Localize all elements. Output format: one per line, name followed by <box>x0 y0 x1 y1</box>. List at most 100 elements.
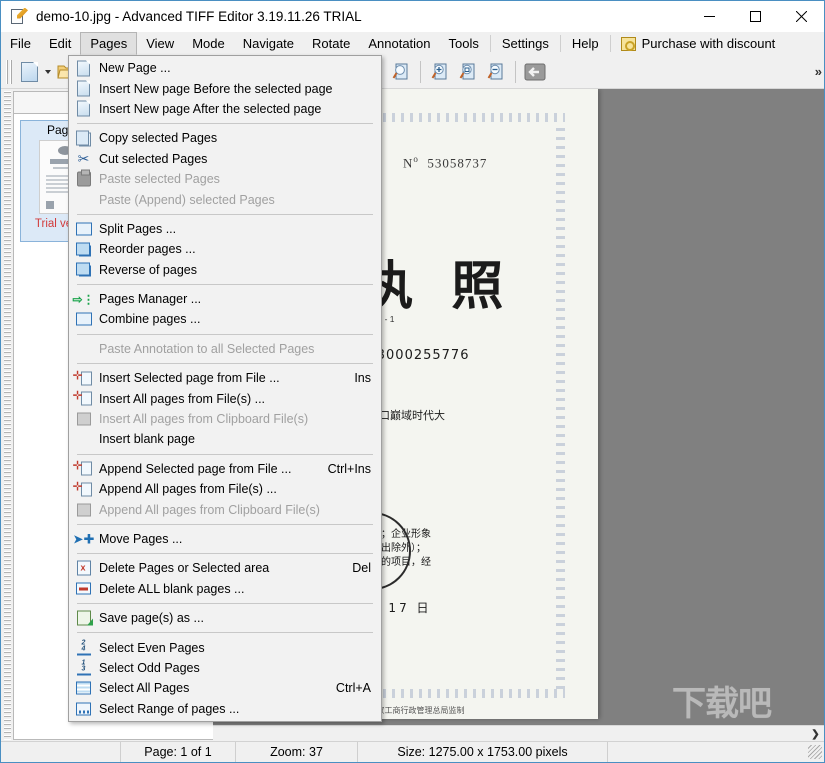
menu-mode[interactable]: Mode <box>183 32 234 55</box>
new-document-icon <box>20 61 38 82</box>
menu-item-combine-pages[interactable]: Combine pages ... <box>69 309 381 329</box>
status-page-indicator: Page: 1 of 1 <box>121 741 236 762</box>
menu-tools[interactable]: Tools <box>440 32 488 55</box>
menu-item-insert-new-page-before[interactable]: Insert New page Before the selected page <box>69 78 381 98</box>
reorder-icon <box>75 241 92 258</box>
menu-view[interactable]: View <box>137 32 183 55</box>
menu-separator <box>77 632 373 634</box>
menu-item-delete-all-blank-pages[interactable]: Delete ALL blank pages ... <box>69 579 381 599</box>
split-icon <box>75 220 92 237</box>
minimize-button[interactable] <box>686 1 732 32</box>
menu-item-copy-selected-pages[interactable]: Copy selected Pages <box>69 128 381 148</box>
menu-item-label: Insert All pages from Clipboard File(s) <box>99 412 309 427</box>
menu-item-shortcut: Del <box>352 561 371 576</box>
menu-pages[interactable]: Pages <box>80 32 138 55</box>
menu-item-select-even-pages[interactable]: 24 Select Even Pages <box>69 637 381 657</box>
save-icon <box>75 610 93 627</box>
reverse-icon <box>75 261 92 278</box>
menu-item-split-pages[interactable]: Split Pages ... <box>69 219 381 239</box>
purchase-label: Purchase with discount <box>641 36 776 51</box>
menu-item-append-all-pages-from-files[interactable]: Append All pages from File(s) ... <box>69 479 381 499</box>
menu-item-paste-append-selected-pages: Paste (Append) selected Pages <box>69 189 381 209</box>
menu-item-new-page[interactable]: New Page ... <box>69 58 381 78</box>
menu-item-select-all-pages[interactable]: Select All Pages Ctrl+A <box>69 678 381 698</box>
menu-item-pages-manager[interactable]: ⇨⋮ Pages Manager ... <box>69 289 381 309</box>
menu-item-insert-selected-page-from-file[interactable]: Insert Selected page from File ... Ins <box>69 368 381 388</box>
menu-separator <box>77 602 373 604</box>
menu-annotation[interactable]: Annotation <box>359 32 439 55</box>
pages-panel-grip[interactable] <box>4 91 11 740</box>
menu-separator <box>77 123 373 125</box>
toolbar-overflow-button[interactable]: » <box>815 64 822 79</box>
new-document-dropdown-arrow[interactable] <box>43 59 53 85</box>
title-bar: demo-10.jpg - Advanced TIFF Editor 3.19.… <box>1 1 824 32</box>
menu-navigate[interactable]: Navigate <box>234 32 303 55</box>
menu-file[interactable]: File <box>1 32 40 55</box>
document-serial-number: No 53058737 <box>403 154 487 171</box>
page-icon <box>75 100 92 117</box>
append-page-icon <box>73 459 92 477</box>
toolbar-separator <box>515 60 516 83</box>
menu-item-insert-new-page-after[interactable]: Insert New page After the selected page <box>69 99 381 119</box>
insert-page-icon <box>73 368 92 387</box>
status-zoom-indicator: Zoom: 37 <box>236 741 358 762</box>
menu-item-reorder-pages[interactable]: Reorder pages ... <box>69 239 381 259</box>
menu-item-label: Pages Manager ... <box>99 292 202 307</box>
menu-item-append-all-pages-from-clipboard: Append All pages from Clipboard File(s) <box>69 499 381 519</box>
zoom-in-button[interactable] <box>426 58 454 86</box>
fit-page-button[interactable] <box>387 58 415 86</box>
menu-help[interactable]: Help <box>563 32 608 55</box>
menu-item-select-range-of-pages[interactable]: Select Range of pages ... <box>69 699 381 719</box>
menu-item-label: Reverse of pages <box>99 262 197 277</box>
serial-prefix: N <box>403 155 414 171</box>
close-button[interactable] <box>778 1 824 32</box>
menu-item-label: Delete Pages or Selected area <box>99 561 270 576</box>
menu-item-label: Select Even Pages <box>99 640 205 655</box>
menu-item-cut-selected-pages[interactable]: ✂ Cut selected Pages <box>69 149 381 169</box>
pages-panel: Pages Page 1 <box>4 91 214 740</box>
combine-icon <box>75 311 92 328</box>
menu-item-label: Reorder pages ... <box>99 242 196 257</box>
menu-item-insert-all-pages-from-files[interactable]: Insert All pages from File(s) ... <box>69 388 381 408</box>
menu-item-label: Insert All pages from File(s) ... <box>99 391 266 406</box>
menu-divider <box>609 35 611 52</box>
menu-item-append-selected-page-from-file[interactable]: Append Selected page from File ... Ctrl+… <box>69 459 381 479</box>
back-arrow-icon <box>524 63 546 80</box>
menu-item-label: Copy selected Pages <box>99 131 218 146</box>
menu-item-save-pages-as[interactable]: Save page(s) as ... <box>69 608 381 628</box>
menu-item-label: Delete ALL blank pages ... <box>99 581 245 596</box>
menu-item-move-pages[interactable]: ➤✚ Move Pages ... <box>69 529 381 549</box>
serial-sup: o <box>413 154 419 164</box>
menu-item-label: Insert New page Before the selected page <box>99 81 333 96</box>
zoom-out-button[interactable] <box>482 58 510 86</box>
purchase-with-discount-button[interactable]: Purchase with discount <box>613 32 784 55</box>
menu-item-delete-pages-or-selected-area[interactable]: Delete Pages or Selected area Del <box>69 558 381 578</box>
menu-item-label: Paste (Append) selected Pages <box>99 192 275 207</box>
app-icon <box>10 7 28 26</box>
maximize-button[interactable] <box>732 1 778 32</box>
new-document-button[interactable] <box>15 58 43 86</box>
menu-item-paste-annotation-all-pages: Paste Annotation to all Selected Pages <box>69 339 381 359</box>
watermark-text: 下载吧 <box>672 684 772 724</box>
zoom-select-button[interactable] <box>454 58 482 86</box>
status-size-indicator: Size: 1275.00 x 1753.00 pixels <box>358 741 608 762</box>
toolbar-grip[interactable] <box>6 59 12 84</box>
menu-rotate[interactable]: Rotate <box>303 32 359 55</box>
paste-icon <box>75 169 92 188</box>
zoom-out-icon <box>487 63 503 80</box>
scroll-right-arrow-icon[interactable]: ❯ <box>807 726 824 743</box>
menu-item-select-odd-pages[interactable]: 13 Select Odd Pages <box>69 658 381 678</box>
menu-separator <box>77 283 373 285</box>
zoom-select-icon <box>459 63 475 80</box>
status-bar: Page: 1 of 1 Zoom: 37 Size: 1275.00 x 17… <box>1 741 824 762</box>
horizontal-scrollbar[interactable]: ❯ <box>213 725 824 742</box>
menu-settings[interactable]: Settings <box>493 32 558 55</box>
menu-separator <box>77 333 373 335</box>
menu-edit[interactable]: Edit <box>40 32 80 55</box>
menu-item-insert-blank-page[interactable]: Insert blank page <box>69 429 381 449</box>
resize-grip[interactable] <box>808 745 822 759</box>
menu-item-reverse-of-pages[interactable]: Reverse of pages <box>69 260 381 280</box>
menu-item-label: Select Range of pages ... <box>99 701 240 716</box>
back-button[interactable] <box>521 58 549 86</box>
menu-item-label: Insert blank page <box>99 432 195 447</box>
